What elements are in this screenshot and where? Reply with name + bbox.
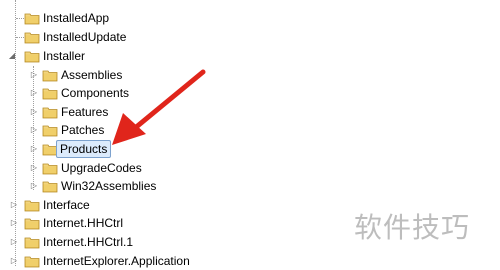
watermark-text: 软件技巧: [354, 211, 471, 244]
